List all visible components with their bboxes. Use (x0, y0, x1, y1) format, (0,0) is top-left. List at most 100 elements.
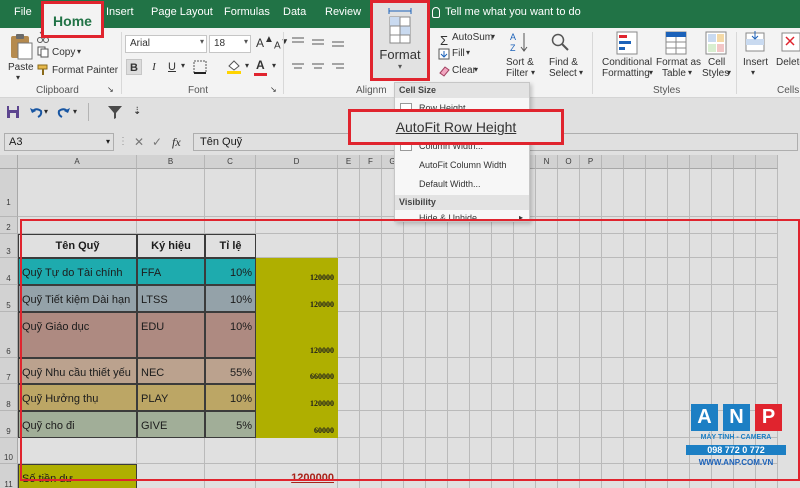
find-select-label[interactable]: Find & (549, 57, 578, 68)
copy-button[interactable]: Copy (52, 47, 75, 58)
grid-cell[interactable] (338, 464, 360, 488)
grid-cell[interactable] (426, 438, 448, 464)
grid-cell[interactable] (448, 234, 470, 258)
grid-cell[interactable] (205, 217, 256, 234)
grid-cell[interactable] (514, 285, 536, 312)
grid-cell[interactable] (470, 384, 492, 411)
grid-cell[interactable] (338, 217, 360, 234)
grid-cell[interactable] (646, 312, 668, 358)
grid-cell[interactable] (712, 285, 734, 312)
clear-button[interactable]: Clear (452, 65, 476, 76)
table-header-name[interactable]: Tên Quỹ (18, 234, 137, 258)
grid-cell[interactable] (404, 312, 426, 358)
grid-cell[interactable] (205, 438, 256, 464)
fill-down-icon[interactable] (438, 48, 450, 60)
grid-cell[interactable] (734, 169, 756, 217)
decrease-font-icon[interactable]: A▼ (274, 36, 289, 51)
fund-rate[interactable]: 10% (205, 258, 256, 285)
grid-cell[interactable] (338, 285, 360, 312)
grid-cell[interactable] (734, 312, 756, 358)
redo-icon[interactable] (57, 105, 71, 119)
grid-cell[interactable] (470, 285, 492, 312)
grid-cell[interactable] (256, 217, 338, 234)
filter-icon[interactable] (107, 104, 123, 120)
select-all-corner[interactable] (0, 155, 18, 169)
grid-cell[interactable] (602, 234, 624, 258)
grid-cell[interactable] (256, 438, 338, 464)
grid-cell[interactable] (712, 312, 734, 358)
grid-cell[interactable] (668, 358, 690, 384)
grid-cell[interactable] (602, 438, 624, 464)
grid-cell[interactable] (382, 285, 404, 312)
delete-cells-icon[interactable] (780, 31, 800, 55)
grid-cell[interactable] (514, 312, 536, 358)
fund-amount[interactable]: 120000 (256, 312, 338, 358)
grid-cell[interactable] (514, 358, 536, 384)
grid-cell[interactable] (338, 438, 360, 464)
column-header[interactable] (624, 155, 646, 169)
grid-cell[interactable] (492, 358, 514, 384)
grid-cell[interactable] (514, 384, 536, 411)
grid-cell[interactable] (448, 384, 470, 411)
sort-filter-label-2[interactable]: Filter (506, 68, 528, 79)
grid-cell[interactable] (580, 258, 602, 285)
row-header[interactable]: 6 (0, 312, 18, 358)
grid-cell[interactable] (536, 312, 558, 358)
grid-cell[interactable] (690, 285, 712, 312)
fund-name[interactable]: Quỹ Nhu cầu thiết yếu (18, 358, 137, 384)
fill-dropdown-icon[interactable]: ▾ (466, 48, 470, 57)
grid-cell[interactable] (624, 358, 646, 384)
grid-cell[interactable] (404, 234, 426, 258)
grid-cell[interactable] (360, 312, 382, 358)
grid-cell[interactable] (624, 258, 646, 285)
grid-cell[interactable] (426, 464, 448, 488)
tab-formulas[interactable]: Formulas (224, 6, 270, 18)
fund-code[interactable]: LTSS (137, 285, 205, 312)
grid-cell[interactable] (624, 384, 646, 411)
grid-cell[interactable] (580, 169, 602, 217)
grid-cell[interactable] (470, 258, 492, 285)
underline-dropdown-icon[interactable]: ▾ (181, 61, 185, 70)
grid-cell[interactable] (470, 234, 492, 258)
grid-cell[interactable] (448, 285, 470, 312)
grid-cell[interactable] (382, 438, 404, 464)
tab-file[interactable]: File (14, 6, 32, 18)
grid-cell[interactable] (668, 285, 690, 312)
grid-cell[interactable] (536, 217, 558, 234)
grid-cell[interactable] (558, 464, 580, 488)
copy-icon[interactable] (37, 46, 49, 58)
grid-cell[interactable] (558, 411, 580, 438)
grid-cell[interactable] (404, 358, 426, 384)
grid-cell[interactable] (137, 464, 205, 488)
font-name-combo[interactable]: Arial ▾ (125, 35, 207, 53)
conditional-formatting-icon[interactable] (616, 31, 638, 55)
grid-cell[interactable] (624, 169, 646, 217)
grid-cell[interactable] (602, 312, 624, 358)
fund-rate[interactable]: 5% (205, 411, 256, 438)
grid-cell[interactable] (492, 258, 514, 285)
grid-cell[interactable] (668, 312, 690, 358)
tab-insert[interactable]: Insert (106, 6, 134, 18)
grid-cell[interactable] (536, 258, 558, 285)
grid-cell[interactable] (602, 217, 624, 234)
paste-icon[interactable] (8, 32, 34, 60)
fund-amount[interactable]: 120000 (256, 384, 338, 411)
grid-cell[interactable] (382, 312, 404, 358)
grid-cell[interactable] (137, 217, 205, 234)
grid-cell[interactable] (426, 234, 448, 258)
grid-cell[interactable] (448, 438, 470, 464)
fund-name[interactable]: Quỹ Tiết kiệm Dài hạn (18, 285, 137, 312)
grid-cell[interactable] (536, 411, 558, 438)
grid-cell[interactable] (18, 169, 137, 217)
sort-filter-dropdown-icon[interactable]: ▾ (531, 68, 535, 77)
increase-font-icon[interactable]: A▲ (256, 34, 274, 50)
menu-item-hide-unhide[interactable]: Hide & Unhide (419, 213, 477, 223)
grid-cell[interactable] (360, 358, 382, 384)
redo-dropdown-icon[interactable]: ▾ (73, 107, 77, 116)
row-header[interactable]: 4 (0, 258, 18, 285)
find-select-label-2[interactable]: Select (549, 68, 577, 79)
grid-cell[interactable] (492, 312, 514, 358)
column-header[interactable]: O (558, 155, 580, 169)
grid-cell[interactable] (624, 234, 646, 258)
font-launcher-icon[interactable]: ↘ (270, 85, 277, 94)
